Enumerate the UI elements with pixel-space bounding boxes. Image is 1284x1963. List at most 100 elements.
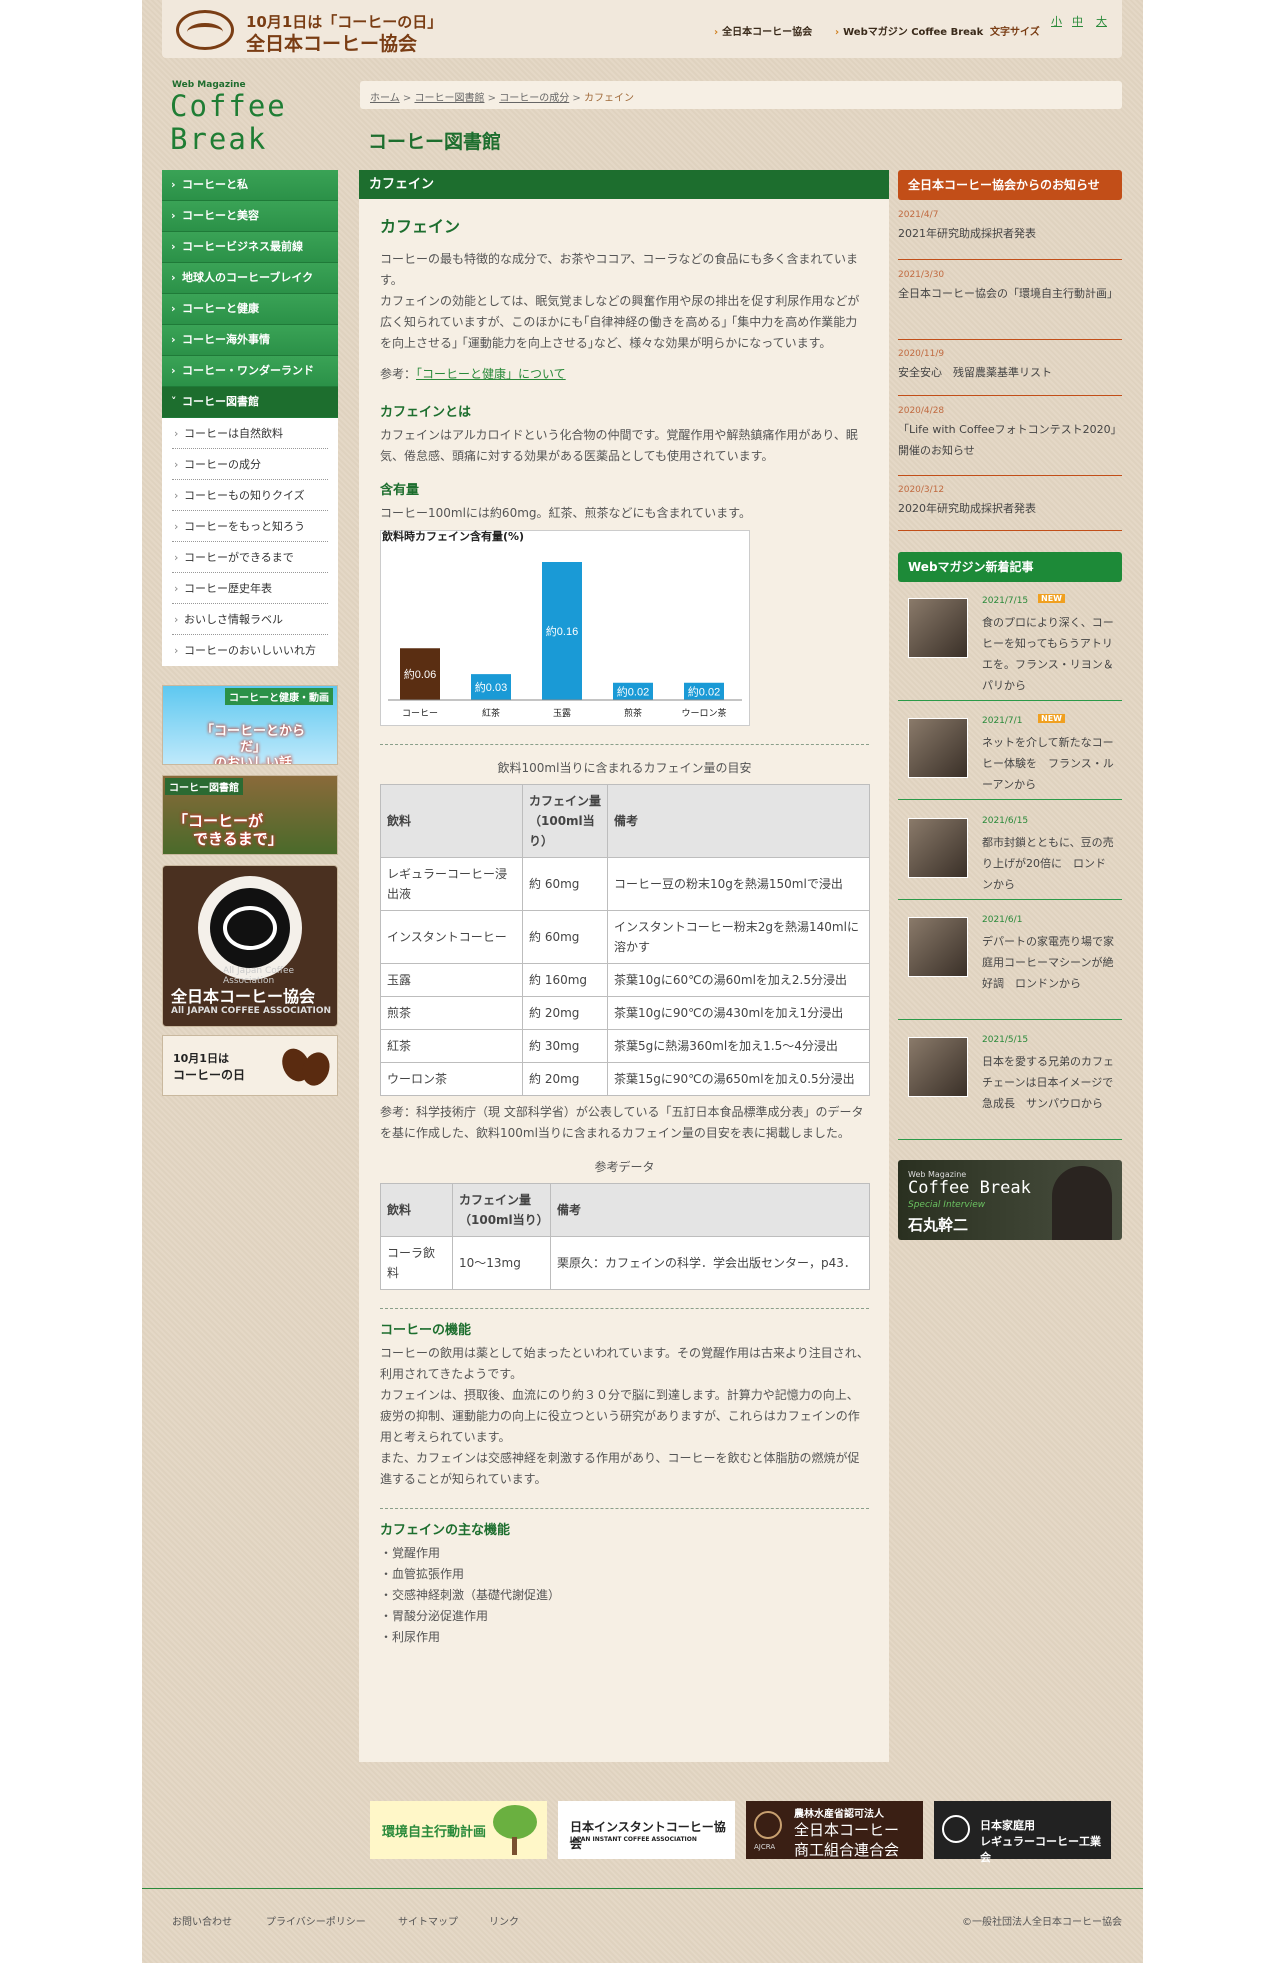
- nav-item-coffee-and-health[interactable]: コーヒーと健康: [162, 294, 338, 325]
- banner-home-regular-coffee[interactable]: 日本家庭用 レギュラーコーヒー工業会: [934, 1801, 1111, 1864]
- heading-coffee-function: コーヒーの機能: [380, 1323, 472, 1338]
- coffee-bean-logo-icon[interactable]: [176, 10, 234, 50]
- news-date: 2021/3/30: [898, 270, 945, 280]
- nav-item-global-coffee-break[interactable]: 地球人のコーヒーブレイク: [162, 263, 338, 294]
- article-item[interactable]: 2021/6/1 デパートの家電売り場で家庭用コーヒーマシーンが絶好調 ロンドン…: [898, 907, 1122, 1020]
- article-title[interactable]: 食のプロにより深く、コーヒーを知ってもらうアトリエを。フランス・リヨン＆パリから: [982, 612, 1114, 696]
- article-thumbnail[interactable]: [908, 718, 968, 778]
- section-header: カフェイン: [359, 170, 889, 199]
- chart-plot: 約0.06 コーヒー 約0.03 紅茶 約0.16 玉露 約0.02 煎茶 約0.02 ウーロン茶: [380, 530, 750, 726]
- footer-link-sitemap[interactable]: サイトマップ: [398, 1913, 458, 1928]
- nav-item-overseas[interactable]: コーヒー海外事情: [162, 325, 338, 356]
- banner-instant-coffee-association[interactable]: 日本インスタントコーヒー協会 JAPAN INSTANT COFFEE ASSO…: [558, 1801, 735, 1859]
- webmag-logo-coffee[interactable]: Coffee: [170, 89, 287, 123]
- news-title[interactable]: 「Life with Coffeeフォトコンテスト2020」開催のお知らせ: [898, 419, 1122, 461]
- table-cell: 煎茶: [380, 996, 523, 1030]
- subnav-brewing[interactable]: コーヒーのおいしいいれ方: [172, 635, 328, 666]
- logo-title[interactable]: 全日本コーヒー協会: [246, 29, 417, 56]
- news-item[interactable]: 2020/3/12 2020年研究助成採択者発表: [898, 485, 1122, 531]
- breadcrumb-components[interactable]: コーヒーの成分: [499, 93, 569, 104]
- footer-link-links[interactable]: リンク: [489, 1913, 519, 1928]
- banner-text-line: できるまで」: [193, 830, 283, 848]
- tree-icon: [493, 1805, 537, 1839]
- footer-link-contact[interactable]: お問い合わせ: [172, 1913, 232, 1928]
- header-link-webmagazine[interactable]: Webマガジン Coffee Break: [835, 23, 983, 38]
- interview-title: Coffee Break: [908, 1178, 1031, 1198]
- article-title[interactable]: ネットを介して新たなコーヒー体験を フランス・ルーアンから: [982, 732, 1114, 795]
- banner-coffee-health-video[interactable]: コーヒーと健康・動画 「コーヒーとからだ」 のおいしい話: [162, 685, 338, 765]
- article-body: カフェイン コーヒーの最も特徴的な成分で、お茶やココア、コーラなどの食品にも多く…: [359, 199, 889, 1648]
- news-date: 2021/4/7: [898, 210, 939, 220]
- news-title[interactable]: 2020年研究助成採択者発表: [898, 498, 1122, 519]
- about-text: カフェインはアルカロイドという化合物の仲間です。覚醒作用や解熱鎮痛作用があり、眠…: [380, 428, 858, 463]
- interview-banner[interactable]: Web Magazine Coffee Break Special Interv…: [898, 1160, 1122, 1240]
- article-thumbnail[interactable]: [908, 1037, 968, 1097]
- reference-link[interactable]: 「コーヒーと健康」について: [416, 367, 566, 381]
- subnav-components[interactable]: コーヒーの成分: [172, 449, 328, 480]
- table-cell: 約 30mg: [522, 1029, 608, 1063]
- subnav-history[interactable]: コーヒー歴史年表: [172, 573, 328, 604]
- news-item[interactable]: 2020/11/9 安全安心 残留農薬基準リスト: [898, 349, 1122, 396]
- breadcrumb-library[interactable]: コーヒー図書館: [414, 93, 484, 104]
- page-title: コーヒー図書館: [368, 131, 502, 153]
- article-item[interactable]: 2021/7/1 NEW ネットを介して新たなコーヒー体験を フランス・ルーアン…: [898, 708, 1122, 800]
- article-title[interactable]: デパートの家電売り場で家庭用コーヒーマシーンが絶好調 ロンドンから: [982, 931, 1114, 994]
- table-row: 玉露約 160mg 茶葉10gに60℃の湯60mlを加え2.5分浸出: [380, 963, 870, 997]
- table-cell: 茶葉10gに60℃の湯60mlを加え2.5分浸出: [607, 963, 870, 997]
- banner-how-coffee-is-made[interactable]: コーヒー図書館 「コーヒーが できるまで」: [162, 775, 338, 855]
- news-item[interactable]: 2020/4/28 「Life with Coffeeフォトコンテスト2020」…: [898, 406, 1122, 476]
- news-header[interactable]: 全日本コーヒー協会からのお知らせ: [898, 170, 1122, 200]
- subnav-how-made[interactable]: コーヒーができるまで: [172, 542, 328, 573]
- banner-environment-plan[interactable]: 環境自主行動計画: [370, 1801, 547, 1859]
- footer-divider: [142, 1888, 1143, 1889]
- article-thumbnail[interactable]: [908, 598, 968, 658]
- list-item: ・利尿作用: [380, 1630, 441, 1644]
- webmag-logo-break[interactable]: Break: [170, 122, 267, 156]
- nav-item-library[interactable]: コーヒー図書館: [162, 387, 338, 418]
- banner-all-japan-coffee-association[interactable]: All Japan Coffee Association 全日本コーヒー協会 A…: [162, 865, 338, 1027]
- font-size-medium-link[interactable]: 中: [1072, 13, 1083, 29]
- news-item[interactable]: 2021/4/7 2021年研究助成採択者発表: [898, 210, 1122, 260]
- footer-link-privacy[interactable]: プライバシーポリシー: [266, 1913, 366, 1928]
- table-caption: 飲料100ml当りに含まれるカフェイン量の目安: [497, 761, 752, 775]
- banner-text: 全日本コーヒー: [794, 1821, 900, 1839]
- subnav-know-more[interactable]: コーヒーをもっと知ろう: [172, 511, 328, 542]
- article-item[interactable]: 2021/5/15 日本を愛する兄弟のカフェチェーンは日本イメージで急成長 サン…: [898, 1027, 1122, 1140]
- table-cell: 紅茶: [380, 1029, 523, 1063]
- news-title[interactable]: 2021年研究助成採択者発表: [898, 223, 1122, 244]
- article-thumbnail[interactable]: [908, 917, 968, 977]
- banner-coffee-day[interactable]: 10月1日は コーヒーの日: [162, 1035, 338, 1096]
- table-row: コーラ飲料 10～13mg 栗原久：カフェインの科学．学会出版センター，p43．: [380, 1236, 870, 1290]
- subnav-label[interactable]: おいしさ情報ラベル: [172, 604, 328, 635]
- news-date: 2020/11/9: [898, 349, 945, 359]
- table-row: 紅茶約 30mg 茶葉5gに熱湯360mlを加え1.5～4分浸出: [380, 1029, 870, 1063]
- news-title[interactable]: 全日本コーヒー協会の「環境自主行動計画」: [898, 283, 1122, 304]
- news-item[interactable]: 2021/3/30 全日本コーヒー協会の「環境自主行動計画」: [898, 270, 1122, 340]
- chart-title: 飲料時カフェイン含有量(%): [382, 530, 525, 543]
- nav-item-wonderland[interactable]: コーヒー・ワンダーランド: [162, 356, 338, 387]
- subnav-natural-drink[interactable]: コーヒーは自然飲料: [172, 418, 328, 449]
- article-title: カフェイン: [380, 217, 461, 236]
- association-logo-icon: [942, 1815, 970, 1843]
- news-title[interactable]: 安全安心 残留農薬基準リスト: [898, 362, 1122, 383]
- article-thumbnail[interactable]: [908, 818, 968, 878]
- article-item[interactable]: 2021/6/15 都市封鎖とともに、豆の売り上げが20倍に ロンドンから: [898, 808, 1122, 900]
- table-cell: インスタントコーヒー: [380, 910, 523, 964]
- header-link-association[interactable]: 全日本コーヒー協会: [714, 23, 812, 38]
- nav-item-coffee-business[interactable]: コーヒービジネス最前線: [162, 232, 338, 263]
- site-header: 10月1日は「コーヒーの日」 全日本コーヒー協会 全日本コーヒー協会 Webマガ…: [162, 0, 1122, 58]
- subnav-quiz[interactable]: コーヒーもの知りクイズ: [172, 480, 328, 511]
- nav-item-coffee-and-beauty[interactable]: コーヒーと美容: [162, 201, 338, 232]
- list-item: ・交感神経刺激（基礎代謝促進）: [380, 1588, 561, 1602]
- font-size-large-link[interactable]: 大: [1096, 13, 1107, 29]
- webmag-news-header[interactable]: Webマガジン新着記事: [898, 552, 1122, 582]
- article-date: 2021/7/1: [982, 716, 1023, 726]
- font-size-small-link[interactable]: 小: [1051, 13, 1062, 29]
- banner-text: レギュラーコーヒー工業会: [980, 1835, 1101, 1864]
- nav-item-coffee-and-me[interactable]: コーヒーと私: [162, 170, 338, 201]
- article-item[interactable]: 2021/7/15 NEW 食のプロにより深く、コーヒーを知ってもらうアトリエを…: [898, 588, 1122, 701]
- article-title[interactable]: 日本を愛する兄弟のカフェチェーンは日本イメージで急成長 サンパウロから: [982, 1051, 1114, 1114]
- breadcrumb-home[interactable]: ホーム: [370, 93, 400, 104]
- banner-coffee-federation[interactable]: AJCRA 農林水産省認可法人 全日本コーヒー 商工組合連合会: [746, 1801, 923, 1859]
- article-title[interactable]: 都市封鎖とともに、豆の売り上げが20倍に ロンドンから: [982, 832, 1114, 895]
